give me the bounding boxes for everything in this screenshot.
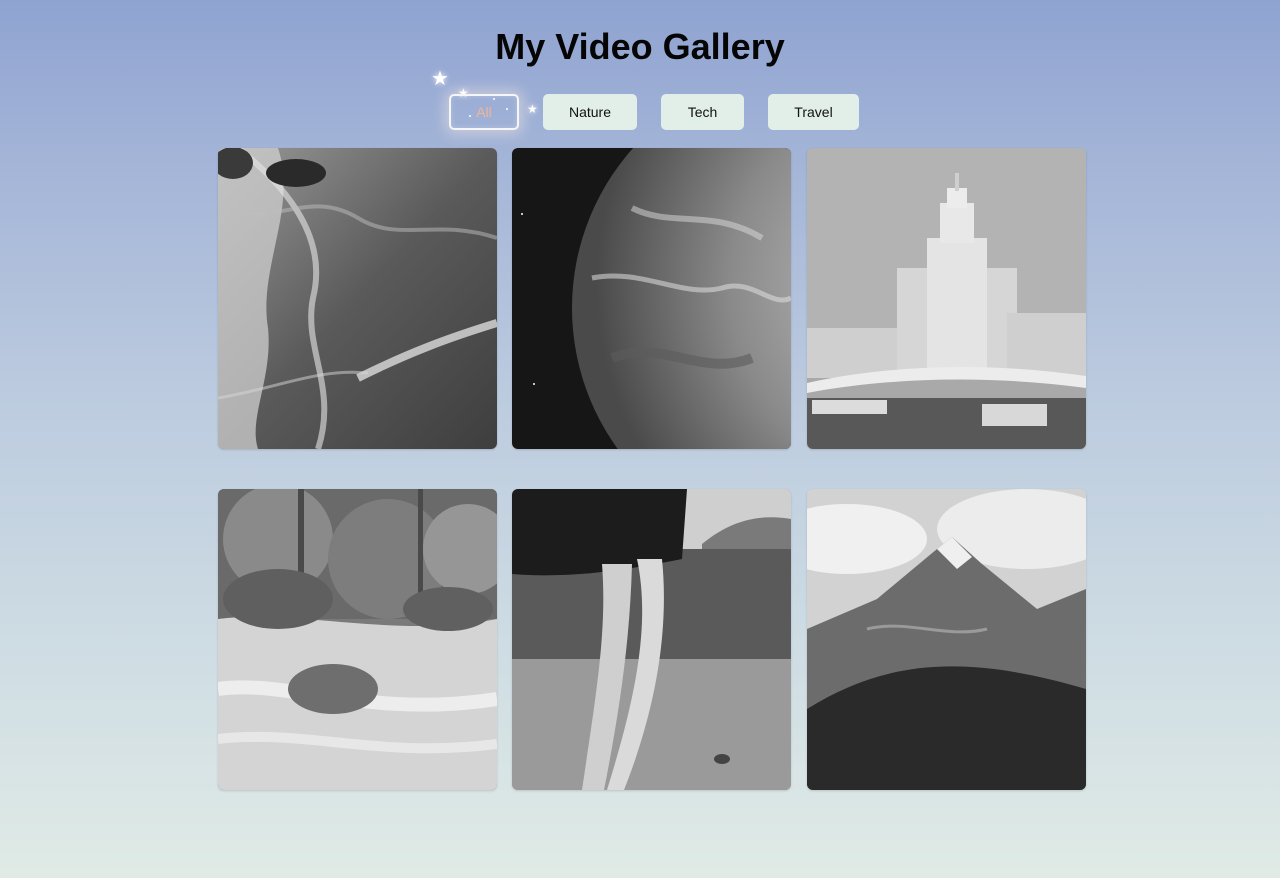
video-thumbnail-ocean-waves[interactable] [218,148,497,449]
earth-from-space-image [512,148,791,449]
filter-button-travel[interactable]: Travel [768,94,859,130]
filter-button-nature[interactable]: Nature [543,94,637,130]
video-thumbnail-earth-from-space[interactable] [512,148,791,449]
person-walking-beach-image [512,489,791,790]
video-thumbnail-forest-stream[interactable] [218,489,497,790]
sparkle-star-icon: ★ [527,102,538,116]
filter-button-tech[interactable]: Tech [661,94,744,130]
page-title: My Video Gallery [495,26,785,67]
filter-button-all[interactable]: All [449,94,519,130]
ocean-waves-image [218,148,497,449]
city-building-river-image [807,148,1086,449]
video-thumbnail-person-walking-beach[interactable] [512,489,791,790]
video-thumbnail-city-building-river[interactable] [807,148,1086,449]
mountain-peak-image [807,489,1086,790]
video-thumbnail-mountain-peak[interactable] [807,489,1086,790]
sparkle-star-icon: ★ [431,66,449,90]
forest-stream-image [218,489,497,790]
